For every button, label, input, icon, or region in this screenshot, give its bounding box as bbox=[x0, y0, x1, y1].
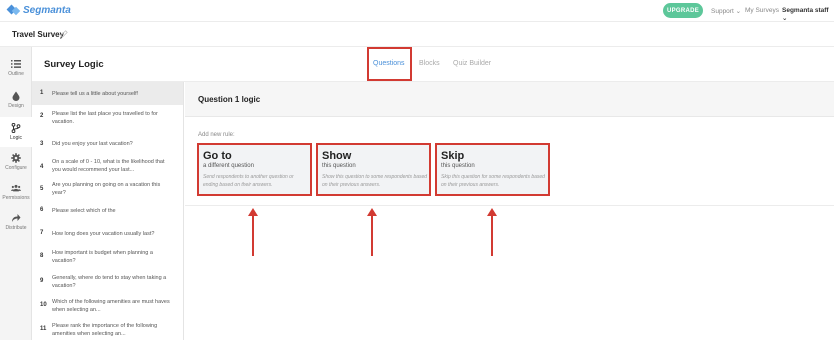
question-number: 5 bbox=[40, 186, 44, 192]
tab-quiz-builder[interactable]: Quiz Builder bbox=[453, 60, 491, 67]
question-text: Please select which of the bbox=[52, 208, 116, 214]
tab-blocks[interactable]: Blocks bbox=[419, 60, 440, 67]
question-text: Please tell us a little about yourself! bbox=[52, 91, 139, 97]
segmanta-logo-icon bbox=[8, 4, 20, 16]
section-divider bbox=[185, 205, 834, 206]
list-item[interactable]: 5 Are you planning on going on a vacatio… bbox=[32, 182, 183, 206]
nav-label-permissions: Permissions bbox=[2, 195, 30, 201]
support-menu[interactable]: Support ⌄ bbox=[711, 7, 741, 15]
list-item[interactable]: 10 Which of the following amenities are … bbox=[32, 298, 183, 322]
share-icon bbox=[12, 214, 21, 222]
question-number: 4 bbox=[40, 164, 44, 170]
annotation-arrow-up-icon bbox=[487, 208, 497, 256]
nav-item-outline[interactable]: Outline bbox=[0, 53, 32, 83]
list-item[interactable]: 7 How long does your vacation usually la… bbox=[32, 228, 183, 250]
rule-subtitle: a different question bbox=[203, 163, 254, 169]
upgrade-button[interactable]: UPGRADE bbox=[663, 3, 703, 18]
top-bar: Segmanta UPGRADE Support ⌄ My Surveys Se… bbox=[0, 0, 834, 22]
nav-item-distribute[interactable]: Distribute bbox=[0, 207, 32, 237]
left-nav: Outline Design Logic Configure Permissio… bbox=[0, 47, 32, 340]
question-text: On a scale of 0 - 10, what is the likeli… bbox=[52, 159, 165, 173]
survey-title: Travel Survey bbox=[12, 30, 65, 39]
my-surveys-link[interactable]: My Surveys bbox=[745, 7, 779, 14]
list-item[interactable]: 6 Please select which of the bbox=[32, 206, 183, 228]
rule-title: Show bbox=[322, 150, 352, 162]
question-number: 8 bbox=[40, 253, 44, 259]
questions-tab-highlight bbox=[367, 47, 412, 81]
question-text: Are you planning on going on a vacation … bbox=[52, 182, 161, 196]
list-item[interactable]: 1 Please tell us a little about yourself… bbox=[32, 82, 183, 105]
question-list: 1 Please tell us a little about yourself… bbox=[32, 82, 184, 340]
list-item[interactable]: 11 Please rank the importance of the fol… bbox=[32, 322, 183, 340]
question-logic-title: Question 1 logic bbox=[198, 95, 261, 104]
question-number: 10 bbox=[40, 302, 47, 308]
question-number: 2 bbox=[40, 113, 44, 119]
rule-card-go-to[interactable]: Go to a different question Send responde… bbox=[197, 143, 312, 196]
branch-icon bbox=[11, 123, 21, 133]
rule-card-show[interactable]: Show this question Show this question to… bbox=[316, 143, 431, 196]
gear-icon bbox=[11, 153, 21, 163]
logo[interactable]: Segmanta bbox=[8, 4, 71, 16]
rule-card-skip[interactable]: Skip this question Skip this question fo… bbox=[435, 143, 550, 196]
question-text: Which of the following amenities are mus… bbox=[52, 299, 170, 313]
pencil-icon[interactable] bbox=[60, 30, 68, 38]
logo-text: Segmanta bbox=[23, 4, 71, 16]
arrow-shaft bbox=[252, 214, 254, 256]
nav-item-logic[interactable]: Logic bbox=[0, 117, 32, 147]
list-item[interactable]: 4 On a scale of 0 - 10, what is the like… bbox=[32, 156, 183, 182]
nav-item-permissions[interactable]: Permissions bbox=[0, 177, 32, 207]
droplet-icon bbox=[12, 91, 20, 101]
survey-logic-header: Survey Logic Questions Blocks Quiz Build… bbox=[32, 47, 834, 82]
rule-title: Go to bbox=[203, 150, 232, 162]
list-icon bbox=[11, 60, 21, 68]
nav-item-design[interactable]: Design bbox=[0, 85, 32, 115]
nav-label-design: Design bbox=[8, 103, 24, 109]
nav-label-outline: Outline bbox=[8, 71, 24, 77]
account-menu[interactable]: Segmanta staff ⌄ bbox=[782, 7, 834, 22]
question-text: Generally, where do tend to stay when ta… bbox=[52, 275, 167, 289]
list-item[interactable]: 3 Did you enjoy your last vacation? bbox=[32, 135, 183, 156]
question-number: 7 bbox=[40, 230, 44, 236]
users-icon bbox=[11, 184, 21, 192]
question-number: 1 bbox=[40, 90, 44, 96]
nav-label-configure: Configure bbox=[5, 165, 27, 171]
survey-title-bar: Travel Survey bbox=[0, 22, 834, 47]
question-text: How important is budget when planning a … bbox=[52, 250, 153, 264]
rule-title: Skip bbox=[441, 150, 465, 162]
list-item[interactable]: 8 How important is budget when planning … bbox=[32, 250, 183, 274]
question-text: How long does your vacation usually last… bbox=[52, 231, 155, 237]
question-text: Did you enjoy your last vacation? bbox=[52, 141, 133, 147]
arrow-shaft bbox=[371, 214, 373, 256]
list-item[interactable]: 2 Please list the last place you travell… bbox=[32, 105, 183, 135]
nav-label-distribute: Distribute bbox=[5, 225, 27, 231]
rule-description: Skip this question for some respondents … bbox=[441, 174, 545, 188]
rule-subtitle: this question bbox=[322, 163, 356, 169]
question-logic-header: Question 1 logic bbox=[185, 82, 834, 117]
annotation-arrow-up-icon bbox=[367, 208, 377, 256]
question-text: Please list the last place you travelled… bbox=[52, 111, 158, 125]
question-number: 3 bbox=[40, 141, 44, 147]
page-title: Survey Logic bbox=[44, 59, 104, 70]
add-rule-label: Add new rule: bbox=[198, 132, 235, 138]
question-text: Please rank the importance of the follow… bbox=[52, 323, 158, 337]
question-number: 6 bbox=[40, 207, 44, 213]
question-number: 11 bbox=[40, 326, 47, 332]
rule-description: Show this question to some respondents b… bbox=[322, 174, 428, 188]
nav-label-logic: Logic bbox=[10, 135, 22, 141]
question-number: 9 bbox=[40, 278, 44, 284]
rule-description: Send respondents to another question or … bbox=[203, 174, 294, 188]
annotation-arrow-up-icon bbox=[248, 208, 258, 256]
nav-item-configure[interactable]: Configure bbox=[0, 147, 32, 177]
arrow-shaft bbox=[491, 214, 493, 256]
rule-subtitle: this question bbox=[441, 163, 475, 169]
list-item[interactable]: 9 Generally, where do tend to stay when … bbox=[32, 274, 183, 298]
